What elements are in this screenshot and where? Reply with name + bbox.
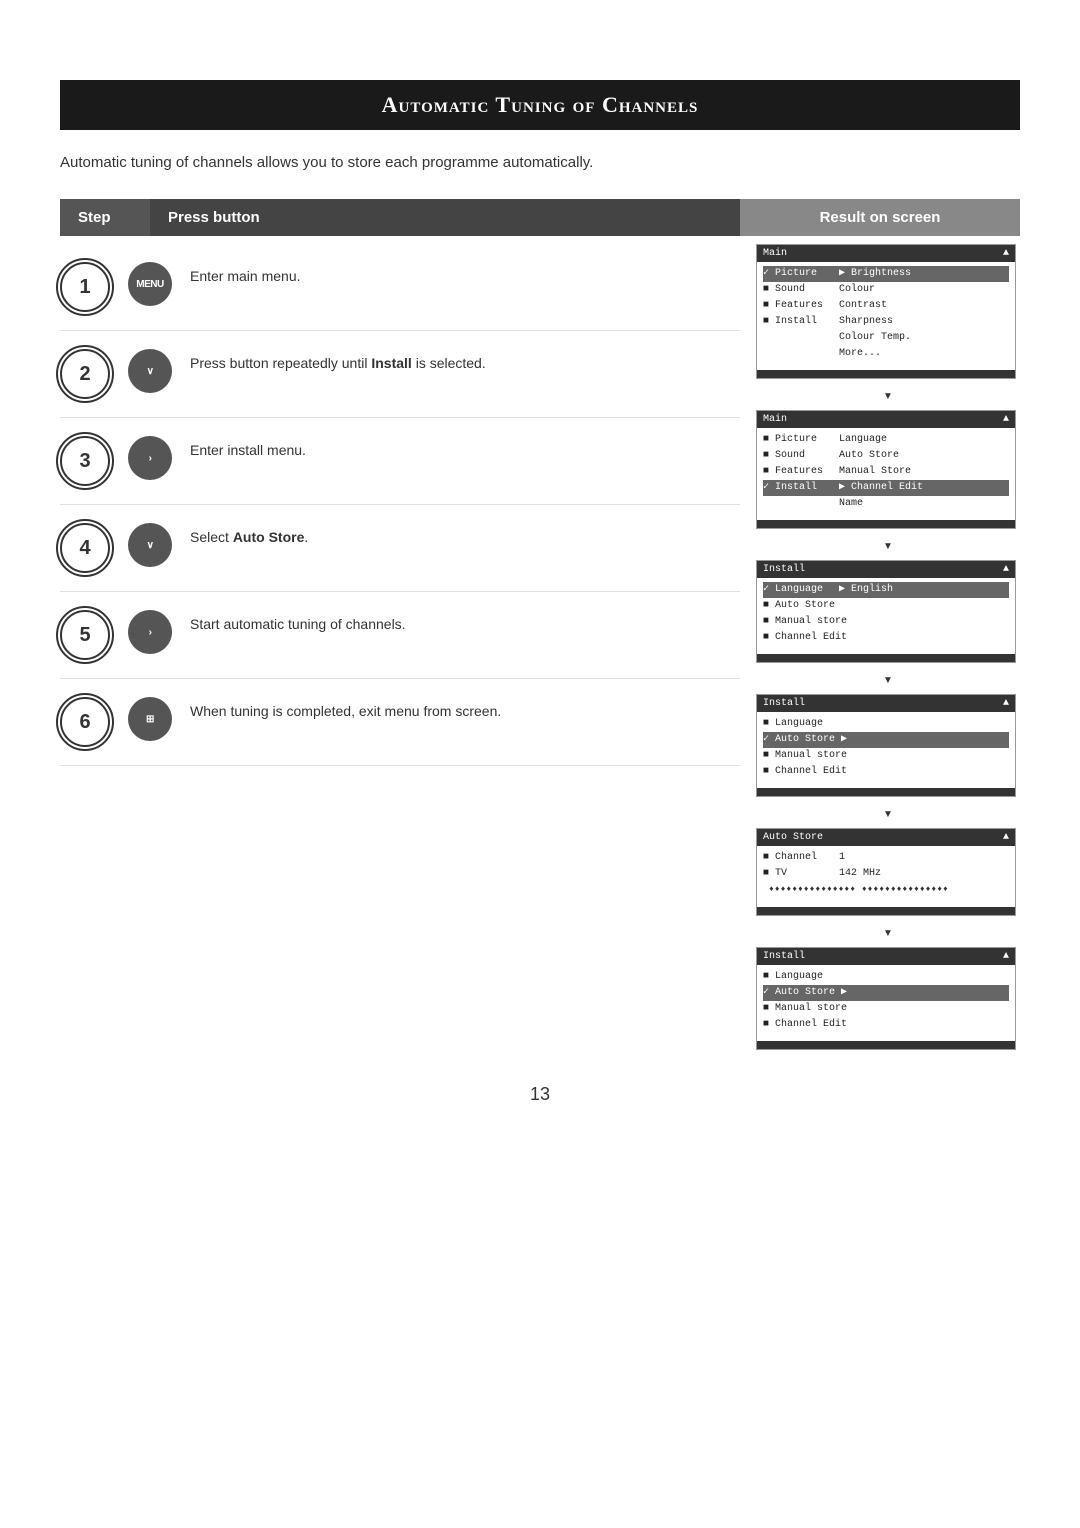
screen-body: ✓ Picture▶ Brightness■ SoundColour■ Feat…: [757, 262, 1015, 366]
screen-body: ■ Language✓ Auto Store▶■ Manual store■ C…: [757, 965, 1015, 1037]
screen-mockup: Main▲■ PictureLanguage■ SoundAuto Store■…: [756, 410, 1016, 529]
screen-header: Install▲: [757, 561, 1015, 578]
button-1[interactable]: MENU: [128, 262, 172, 306]
screen-row: ■ Auto Store: [763, 598, 1009, 614]
step-number: 6: [60, 697, 110, 747]
step-row: 4 ∨ Select Auto Store.: [60, 505, 740, 592]
step-text: Enter install menu.: [190, 436, 740, 461]
screen-row: ✓ Auto Store▶: [763, 732, 1009, 748]
screen-footer: [757, 654, 1015, 662]
screen-row: Colour Temp.: [763, 330, 1009, 346]
screen-mockup: Install▲■ Language✓ Auto Store▶■ Manual …: [756, 947, 1016, 1050]
screen-mockup: Install▲✓ Language▶ English■ Auto Store■…: [756, 560, 1016, 663]
screen-footer: [757, 370, 1015, 378]
screen-header: Main▲: [757, 411, 1015, 428]
screen-row: ■ FeaturesManual Store: [763, 464, 1009, 480]
table-header: Step Press button Result on screen: [60, 199, 1020, 236]
header-step: Step: [60, 199, 150, 236]
step-row: 1 MENU Enter main menu.: [60, 244, 740, 331]
arrow-down-icon: ▼: [756, 675, 1020, 686]
arrow-down-icon: ▼: [756, 391, 1020, 402]
button-2[interactable]: ∨: [128, 349, 172, 393]
screen-row: ■ Manual store: [763, 614, 1009, 630]
screen-row: ■ Manual store: [763, 1001, 1009, 1017]
screen-row: ✓ Auto Store▶: [763, 985, 1009, 1001]
left-column: 1 MENU Enter main menu. 2 ∨ Press button repe…: [60, 244, 740, 1054]
screen-header: Auto Store▲: [757, 829, 1015, 846]
screen-row: ■ Channel Edit: [763, 630, 1009, 646]
screen-row: ■ Manual store: [763, 748, 1009, 764]
screen-row: ■ TV142 MHz: [763, 866, 1009, 882]
header-result: Result on screen: [740, 199, 1020, 236]
page-number: 13: [530, 1084, 550, 1105]
header-press: Press button: [150, 199, 740, 236]
screen-row: ■ PictureLanguage: [763, 432, 1009, 448]
arrow-down-icon: ▼: [756, 541, 1020, 552]
screen-row: ■ FeaturesContrast: [763, 298, 1009, 314]
screen-row: ■ SoundAuto Store: [763, 448, 1009, 464]
screen-header: Install▲: [757, 948, 1015, 965]
screen-body: ■ Language✓ Auto Store▶■ Manual store■ C…: [757, 712, 1015, 784]
screen-body: ■ Channel1■ TV142 MHz♦♦♦♦♦♦♦♦♦♦♦♦♦♦♦ ♦♦♦…: [757, 846, 1015, 903]
button-5[interactable]: ›: [128, 610, 172, 654]
screen-row: ■ Channel Edit: [763, 764, 1009, 780]
step-text: Press button repeatedly until Install is…: [190, 349, 740, 374]
screen-row: ■ Language: [763, 969, 1009, 985]
subtitle: Automatic tuning of channels allows you …: [60, 154, 593, 171]
steps-area: 1 MENU Enter main menu. 2 ∨ Press button repe…: [60, 244, 1020, 1054]
screen-mockup: Install▲■ Language✓ Auto Store▶■ Manual …: [756, 694, 1016, 797]
step-text: Start automatic tuning of channels.: [190, 610, 740, 635]
screen-row: ■ SoundColour: [763, 282, 1009, 298]
button-3[interactable]: ›: [128, 436, 172, 480]
button-6[interactable]: ⊞: [128, 697, 172, 741]
screen-header: Main▲: [757, 245, 1015, 262]
screen-row: ✓ Language▶ English: [763, 582, 1009, 598]
arrow-down-icon: ▼: [756, 809, 1020, 820]
step-row: 6 ⊞ When tuning is completed, exit menu fr…: [60, 679, 740, 766]
step-text: Select Auto Store.: [190, 523, 740, 548]
screen-footer: [757, 1041, 1015, 1049]
screen-footer: [757, 907, 1015, 915]
button-4[interactable]: ∨: [128, 523, 172, 567]
screen-row: ■ InstallSharpness: [763, 314, 1009, 330]
screen-row: ■ Channel Edit: [763, 1017, 1009, 1033]
screen-row: Name: [763, 496, 1009, 512]
step-row: 5 › Start automatic tuning of channels.: [60, 592, 740, 679]
step-number: 5: [60, 610, 110, 660]
step-row: 3 › Enter install menu.: [60, 418, 740, 505]
step-number: 1: [60, 262, 110, 312]
screen-row: More...: [763, 346, 1009, 362]
step-row: 2 ∨ Press button repeatedly until Install …: [60, 331, 740, 418]
screen-body: ✓ Language▶ English■ Auto Store■ Manual …: [757, 578, 1015, 650]
screen-footer: [757, 788, 1015, 796]
step-number: 2: [60, 349, 110, 399]
screen-mockup: Auto Store▲■ Channel1■ TV142 MHz♦♦♦♦♦♦♦♦…: [756, 828, 1016, 916]
step-text: Enter main menu.: [190, 262, 740, 287]
step-text: When tuning is completed, exit menu from…: [190, 697, 740, 722]
right-column: Main▲✓ Picture▶ Brightness■ SoundColour■…: [740, 244, 1020, 1054]
screen-header: Install▲: [757, 695, 1015, 712]
screen-body: ■ PictureLanguage■ SoundAuto Store■ Feat…: [757, 428, 1015, 516]
screen-row: ✓ Install▶ Channel Edit: [763, 480, 1009, 496]
arrow-down-icon: ▼: [756, 928, 1020, 939]
screen-mockup: Main▲✓ Picture▶ Brightness■ SoundColour■…: [756, 244, 1016, 379]
screen-footer: [757, 520, 1015, 528]
screen-row: ✓ Picture▶ Brightness: [763, 266, 1009, 282]
screen-row: ■ Language: [763, 716, 1009, 732]
step-number: 3: [60, 436, 110, 486]
step-number: 4: [60, 523, 110, 573]
page-title: Automatic Tuning of Channels: [60, 80, 1020, 130]
screen-row: ■ Channel1: [763, 850, 1009, 866]
